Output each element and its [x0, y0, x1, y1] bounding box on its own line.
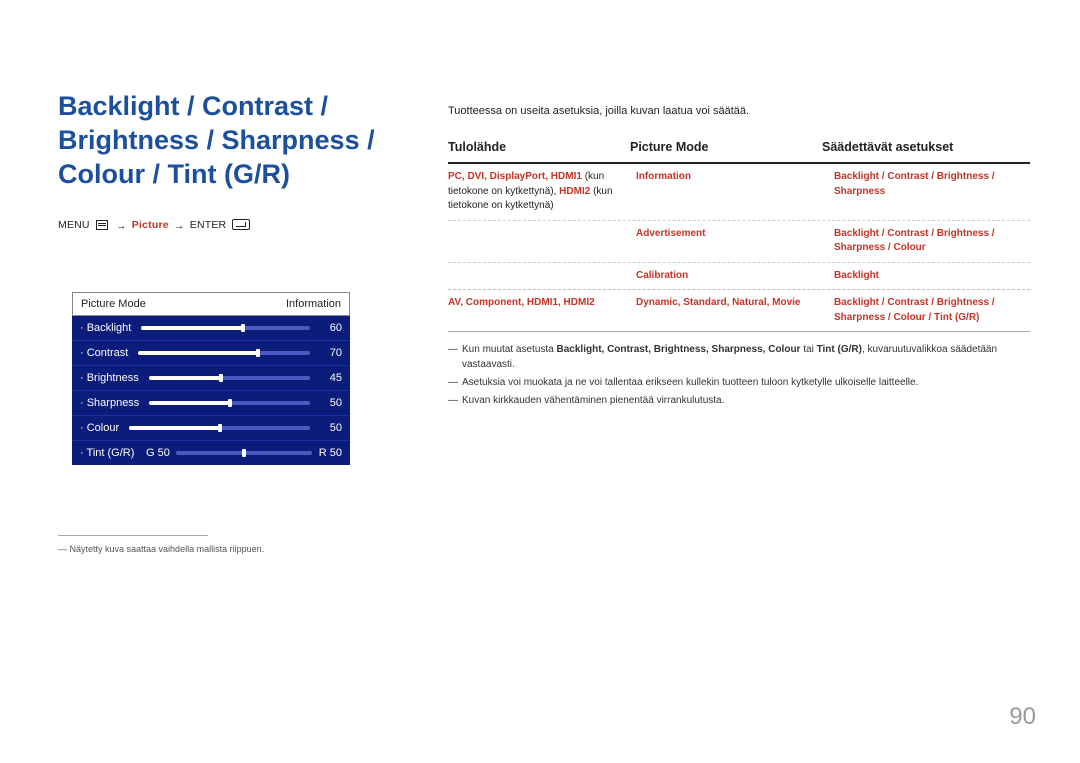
osd-row-label: · Sharpness: [80, 397, 139, 409]
osd-row: · Backlight 60: [72, 316, 350, 340]
table-row-group: PC, DVI, DisplayPort, HDMI1 (kun tietoko…: [448, 164, 1030, 290]
osd-row-value: 50: [320, 397, 342, 409]
osd-row-label: · Contrast: [80, 347, 128, 359]
osd-slider: [149, 376, 310, 380]
osd-header: Picture Mode Information: [72, 292, 350, 316]
menu-icon: [96, 220, 108, 230]
osd-row-label: · Backlight: [80, 322, 131, 334]
note-item: ― Kuvan kirkkauden vähentäminen pienentä…: [448, 393, 1030, 408]
path-enter: ENTER: [190, 219, 227, 231]
table-header: Tulolähde Picture Mode Säädettävät asetu…: [448, 138, 1030, 165]
osd-row: · Sharpness 50: [72, 390, 350, 415]
osd-tint-label: · Tint (G/R): [80, 447, 146, 459]
cell-mode: Advertisement: [636, 221, 834, 248]
page-title: Backlight / Contrast / Brightness / Shar…: [58, 90, 418, 191]
osd-tint-g: G 50: [146, 447, 172, 459]
osd-slider: [149, 401, 310, 405]
enter-icon: [232, 219, 250, 230]
osd-row-value: 70: [320, 347, 342, 359]
dash-icon: ―: [448, 375, 462, 390]
arrow-icon: →: [174, 220, 185, 232]
osd-row-tint: · Tint (G/R) G 50 R 50: [72, 440, 350, 465]
note-item: ― Kun muutat asetusta Backlight, Contras…: [448, 342, 1030, 372]
osd-row: · Brightness 45: [72, 365, 350, 390]
cell-settings: Backlight: [834, 263, 1030, 290]
notes-list: ― Kun muutat asetusta Backlight, Contras…: [448, 342, 1030, 408]
cell-source: AV, Component, HDMI1, HDMI2: [448, 290, 636, 317]
breadcrumb-path: MENU → Picture → ENTER: [58, 219, 418, 232]
cell-mode: Calibration: [636, 263, 834, 290]
osd-slider: [129, 426, 310, 430]
osd-slider: [141, 326, 310, 330]
table-row-group: AV, Component, HDMI1, HDMI2 Dynamic, Sta…: [448, 290, 1030, 331]
cell-settings: Backlight / Contrast / Brightness / Shar…: [834, 221, 1030, 262]
osd-row-label: · Brightness: [80, 372, 139, 384]
cell-settings: Backlight / Contrast / Brightness / Shar…: [834, 164, 1030, 205]
table-body: PC, DVI, DisplayPort, HDMI1 (kun tietoko…: [448, 164, 1030, 332]
osd-row-value: 60: [320, 322, 342, 334]
dash-icon: ―: [448, 342, 462, 372]
intro-text: Tuotteessa on useita asetuksia, joilla k…: [448, 103, 1030, 120]
osd-tint-r: R 50: [316, 447, 342, 459]
osd-tint-slider: [176, 451, 312, 455]
path-menu: MENU: [58, 219, 90, 231]
note-item: ― Asetuksia voi muokata ja ne voi tallen…: [448, 375, 1030, 390]
arrow-icon: →: [116, 220, 127, 232]
cell-mode: Dynamic, Standard, Natural, Movie: [636, 290, 834, 317]
th-mode: Picture Mode: [630, 138, 822, 157]
page-number: 90: [1009, 703, 1036, 731]
osd-row-label: · Colour: [80, 422, 119, 434]
th-source: Tulolähde: [448, 138, 630, 157]
cell-mode: Information: [636, 164, 834, 191]
osd-row-value: 50: [320, 422, 342, 434]
dash-icon: ―: [448, 393, 462, 408]
cell-settings: Backlight / Contrast / Brightness / Shar…: [834, 290, 1030, 331]
osd-slider: [138, 351, 310, 355]
footnote-divider: [58, 535, 208, 536]
osd-row: · Contrast 70: [72, 340, 350, 365]
osd-row: · Colour 50: [72, 415, 350, 440]
cell-source: PC, DVI, DisplayPort, HDMI1 (kun tietoko…: [448, 164, 636, 220]
path-picture: Picture: [132, 219, 169, 231]
th-settings: Säädettävät asetukset: [822, 138, 1030, 157]
osd-preview: Picture Mode Information · Backlight60· …: [72, 292, 350, 465]
osd-header-left: Picture Mode: [81, 298, 146, 310]
footnote-left: ― Näytetty kuva saattaa vaihdella mallis…: [58, 544, 418, 554]
osd-row-value: 45: [320, 372, 342, 384]
osd-header-right: Information: [286, 298, 341, 310]
